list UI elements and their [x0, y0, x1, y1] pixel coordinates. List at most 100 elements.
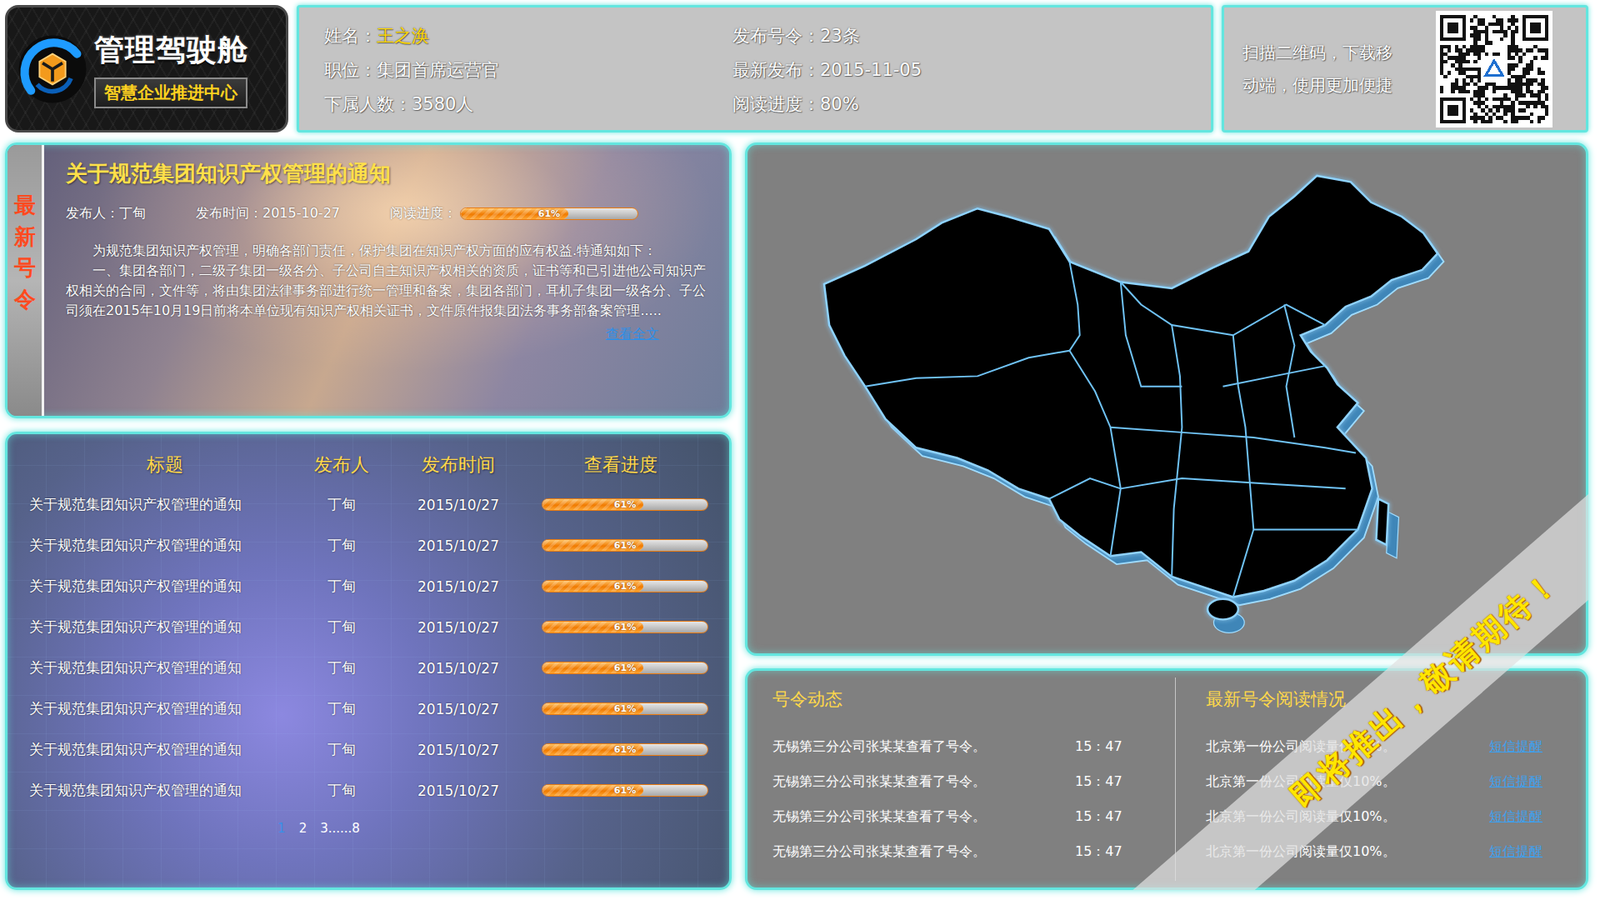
side-label-strip: 最新号令	[7, 145, 45, 416]
profile-field: 下属人数：3580人	[324, 87, 733, 122]
activity-time: 15：47	[1075, 808, 1167, 826]
order-content: 为规范集团知识产权管理，明确各部门责任，保护集团在知识产权方面的应有权益.特通知…	[65, 240, 718, 321]
column-header: 标题	[29, 452, 300, 478]
row-title[interactable]: 关于规范集团知识产权管理的通知	[29, 617, 300, 637]
row-date: 2015/10/27	[383, 741, 534, 759]
progress-reading: 61%	[542, 785, 708, 796]
profile-field: 最新发布：2015-11-05	[732, 53, 1195, 88]
publish-time: 发布时间：2015-10-27	[195, 205, 340, 223]
profile-field: 阅读进度：80%	[732, 87, 1195, 122]
order-meta: 发布人：丁甸 发布时间：2015-10-27 阅读进度： 61%	[65, 205, 718, 223]
row-publisher: 丁甸	[300, 495, 384, 515]
activity-title: 号令动态	[772, 687, 1167, 711]
sms-remind-link[interactable]: 短信提醒	[1489, 808, 1578, 826]
read-progress: 阅读进度： 61%	[390, 205, 639, 223]
row-progress-bar: 61%	[541, 498, 709, 511]
activity-item: 无锡第三分公司张某某查看了号令。15：47	[772, 834, 1167, 870]
profile-field: 职位：集团首席运营官	[324, 53, 733, 88]
pagination: 12 3......8	[29, 815, 709, 841]
progress-reading: 61%	[460, 208, 638, 220]
column-header: 发布时间	[383, 452, 534, 478]
table-row[interactable]: 关于规范集团知识产权管理的通知 丁甸 2015/10/27 61%	[29, 729, 709, 770]
reading-section: 最新号令阅读情况 北京第一份公司阅读量仅10%。短信提醒北京第一份公司阅读量仅1…	[1175, 677, 1586, 881]
profile-field: 姓名：王之涣	[324, 19, 733, 54]
row-publisher: 丁甸	[300, 658, 384, 678]
row-date: 2015/10/27	[383, 700, 534, 718]
qr-code-icon[interactable]	[1435, 10, 1553, 128]
top-bar: 管理驾驶舱 智慧企业推进中心 姓名：王之涣职位：集团首席运营官下属人数：3580…	[5, 5, 1589, 133]
row-publisher: 丁甸	[300, 740, 384, 760]
activity-time: 15：47	[1075, 738, 1167, 756]
row-progress-bar: 61%	[541, 784, 709, 797]
reading-item: 北京第一份公司阅读量仅10%。短信提醒	[1205, 764, 1578, 800]
activity-item: 无锡第三分公司张某某查看了号令。15：47	[772, 729, 1167, 765]
row-progress-bar: 61%	[541, 580, 709, 593]
row-title[interactable]: 关于规范集团知识产权管理的通知	[29, 535, 300, 555]
row-title[interactable]: 关于规范集团知识产权管理的通知	[29, 780, 300, 800]
row-publisher: 丁甸	[300, 535, 384, 555]
sms-remind-link[interactable]: 短信提醒	[1489, 843, 1578, 861]
sms-remind-link[interactable]: 短信提醒	[1489, 773, 1578, 791]
page-link[interactable]: 3......8	[320, 820, 360, 836]
order-title[interactable]: 关于规范集团知识产权管理的通知	[65, 160, 718, 189]
progress-reading: 61%	[542, 662, 708, 674]
reading-item: 北京第一份公司阅读量仅10%。短信提醒	[1205, 834, 1578, 870]
reading-item: 北京第一份公司阅读量仅10%。短信提醒	[1205, 729, 1578, 765]
progress-reading: 61%	[542, 499, 708, 510]
row-publisher: 丁甸	[300, 780, 384, 800]
progress-reading: 61%	[542, 703, 708, 715]
column-header: 查看进度	[533, 452, 709, 478]
activity-time: 15：47	[1075, 843, 1167, 861]
row-date: 2015/10/27	[383, 496, 534, 514]
row-date: 2015/10/27	[383, 782, 534, 800]
table-row[interactable]: 关于规范集团知识产权管理的通知 丁甸 2015/10/27 61%	[29, 484, 709, 525]
qr-panel: 扫描二维码，下载移动端，使用更加便捷	[1221, 5, 1589, 133]
page-link[interactable]: 2	[299, 820, 308, 836]
row-date: 2015/10/27	[383, 660, 534, 677]
row-title[interactable]: 关于规范集团知识产权管理的通知	[29, 658, 300, 678]
row-publisher: 丁甸	[300, 699, 384, 719]
qr-caption: 扫描二维码，下载移动端，使用更加便捷	[1242, 36, 1393, 102]
latest-order-panel: 最新号令 关于规范集团知识产权管理的通知 发布人：丁甸 发布时间：2015-10…	[5, 142, 732, 419]
row-progress-bar: 61%	[541, 743, 709, 756]
order-paragraph: 一、集团各部门，二级子集团一级各分、子公司自主知识产权相关的资质，证书等和已引进…	[65, 260, 718, 321]
row-title[interactable]: 关于规范集团知识产权管理的通知	[29, 699, 300, 719]
column-header: 发布人	[300, 452, 384, 478]
table-row[interactable]: 关于规范集团知识产权管理的通知 丁甸 2015/10/27 61%	[29, 688, 709, 730]
view-full-link[interactable]: 查看全文	[605, 325, 660, 344]
row-publisher: 丁甸	[300, 576, 384, 596]
row-date: 2015/10/27	[383, 537, 534, 555]
main-area: 最新号令 关于规范集团知识产权管理的通知 发布人：丁甸 发布时间：2015-10…	[5, 142, 1589, 890]
activity-item: 无锡第三分公司张某某查看了号令。15：47	[772, 799, 1167, 835]
row-title[interactable]: 关于规范集团知识产权管理的通知	[29, 576, 300, 596]
map-outline[interactable]	[824, 175, 1438, 597]
sms-remind-link[interactable]: 短信提醒	[1489, 738, 1578, 756]
progress-reading: 61%	[542, 580, 708, 592]
reading-title: 最新号令阅读情况	[1205, 687, 1578, 711]
logo-title: 管理驾驶舱	[94, 30, 249, 71]
row-progress-bar: 61%	[541, 702, 709, 715]
row-title[interactable]: 关于规范集团知识产权管理的通知	[29, 740, 300, 760]
row-publisher: 丁甸	[300, 617, 384, 637]
page-link[interactable]: 1	[277, 820, 286, 836]
row-date: 2015/10/27	[383, 578, 534, 595]
table-row[interactable]: 关于规范集团知识产权管理的通知 丁甸 2015/10/27 61%	[29, 770, 709, 811]
progress-reading: 61%	[542, 744, 708, 755]
dashboard: 管理驾驶舱 智慧企业推进中心 姓名：王之涣职位：集团首席运营官下属人数：3580…	[0, 0, 1600, 900]
row-title[interactable]: 关于规范集团知识产权管理的通知	[29, 495, 300, 515]
orders-table-panel: 标题发布人发布时间查看进度 关于规范集团知识产权管理的通知 丁甸 2015/10…	[5, 431, 732, 890]
publisher: 发布人：丁甸	[65, 205, 146, 223]
left-column: 最新号令 关于规范集团知识产权管理的通知 发布人：丁甸 发布时间：2015-10…	[5, 142, 732, 890]
table-row[interactable]: 关于规范集团知识产权管理的通知 丁甸 2015/10/27 61%	[29, 647, 709, 689]
profile-field: 发布号令：23条	[732, 19, 1195, 54]
table-row[interactable]: 关于规范集团知识产权管理的通知 丁甸 2015/10/27 61%	[29, 606, 709, 648]
logo-emblem-icon	[14, 30, 91, 108]
table-row[interactable]: 关于规范集团知识产权管理的通知 丁甸 2015/10/27 61%	[29, 565, 709, 607]
activity-section: 号令动态 无锡第三分公司张某某查看了号令。15：47无锡第三分公司张某某查看了号…	[747, 677, 1176, 881]
table-row[interactable]: 关于规范集团知识产权管理的通知 丁甸 2015/10/27 61%	[29, 525, 709, 566]
row-progress-bar: 61%	[541, 620, 709, 634]
status-panel: 号令动态 无锡第三分公司张某某查看了号令。15：47无锡第三分公司张某某查看了号…	[745, 668, 1589, 890]
activity-time: 15：47	[1075, 773, 1167, 791]
row-progress-bar: 61%	[541, 539, 709, 552]
china-map[interactable]	[747, 145, 1586, 654]
